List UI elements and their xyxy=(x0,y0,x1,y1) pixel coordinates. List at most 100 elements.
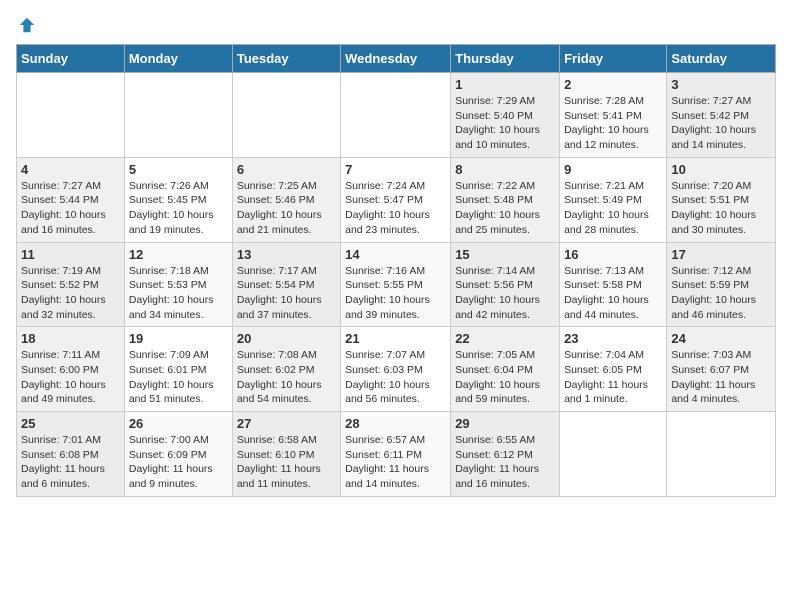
day-number: 11 xyxy=(21,247,120,262)
calendar-cell: 10 Sunrise: 7:20 AM Sunset: 5:51 PM Dayli… xyxy=(667,157,776,242)
day-detail: Sunrise: 7:17 AM Sunset: 5:54 PM Dayligh… xyxy=(237,264,336,323)
day-detail: Sunrise: 7:00 AM Sunset: 6:09 PM Dayligh… xyxy=(129,433,228,492)
calendar-cell: 21 Sunrise: 7:07 AM Sunset: 6:03 PM Dayli… xyxy=(341,327,451,412)
day-detail: Sunrise: 7:22 AM Sunset: 5:48 PM Dayligh… xyxy=(455,179,555,238)
day-detail: Sunrise: 7:05 AM Sunset: 6:04 PM Dayligh… xyxy=(455,348,555,407)
calendar-cell: 5 Sunrise: 7:26 AM Sunset: 5:45 PM Daylig… xyxy=(124,157,232,242)
day-detail: Sunrise: 7:12 AM Sunset: 5:59 PM Dayligh… xyxy=(671,264,771,323)
day-detail: Sunrise: 6:55 AM Sunset: 6:12 PM Dayligh… xyxy=(455,433,555,492)
weekday-header-saturday: Saturday xyxy=(667,45,776,73)
weekday-header-sunday: Sunday xyxy=(17,45,125,73)
day-detail: Sunrise: 7:11 AM Sunset: 6:00 PM Dayligh… xyxy=(21,348,120,407)
day-detail: Sunrise: 7:27 AM Sunset: 5:42 PM Dayligh… xyxy=(671,94,771,153)
day-number: 28 xyxy=(345,416,446,431)
day-number: 4 xyxy=(21,162,120,177)
calendar-cell: 9 Sunrise: 7:21 AM Sunset: 5:49 PM Daylig… xyxy=(560,157,667,242)
calendar-cell: 20 Sunrise: 7:08 AM Sunset: 6:02 PM Dayli… xyxy=(232,327,340,412)
day-number: 25 xyxy=(21,416,120,431)
calendar-cell: 29 Sunrise: 6:55 AM Sunset: 6:12 PM Dayli… xyxy=(451,412,560,497)
day-detail: Sunrise: 7:07 AM Sunset: 6:03 PM Dayligh… xyxy=(345,348,446,407)
calendar-cell: 14 Sunrise: 7:16 AM Sunset: 5:55 PM Dayli… xyxy=(341,242,451,327)
calendar-week-row: 1 Sunrise: 7:29 AM Sunset: 5:40 PM Daylig… xyxy=(17,73,776,158)
calendar-cell: 18 Sunrise: 7:11 AM Sunset: 6:00 PM Dayli… xyxy=(17,327,125,412)
calendar-cell: 2Sunrise: 7:28 AM Sunset: 5:41 PM Daylig… xyxy=(560,73,667,158)
day-detail: Sunrise: 7:26 AM Sunset: 5:45 PM Dayligh… xyxy=(129,179,228,238)
day-detail: Sunrise: 7:27 AM Sunset: 5:44 PM Dayligh… xyxy=(21,179,120,238)
calendar-cell: 25Sunrise: 7:01 AM Sunset: 6:08 PM Dayli… xyxy=(17,412,125,497)
day-number: 8 xyxy=(455,162,555,177)
day-detail: Sunrise: 7:18 AM Sunset: 5:53 PM Dayligh… xyxy=(129,264,228,323)
weekday-header-wednesday: Wednesday xyxy=(341,45,451,73)
calendar-cell: 1 Sunrise: 7:29 AM Sunset: 5:40 PM Daylig… xyxy=(451,73,560,158)
calendar-cell: 28 Sunrise: 6:57 AM Sunset: 6:11 PM Dayli… xyxy=(341,412,451,497)
calendar-week-row: 18 Sunrise: 7:11 AM Sunset: 6:00 PM Dayli… xyxy=(17,327,776,412)
calendar-cell: 13 Sunrise: 7:17 AM Sunset: 5:54 PM Dayli… xyxy=(232,242,340,327)
calendar-cell: 8 Sunrise: 7:22 AM Sunset: 5:48 PM Daylig… xyxy=(451,157,560,242)
calendar-cell: 26 Sunrise: 7:00 AM Sunset: 6:09 PM Dayli… xyxy=(124,412,232,497)
day-number: 21 xyxy=(345,331,446,346)
day-number: 10 xyxy=(671,162,771,177)
day-detail: Sunrise: 7:16 AM Sunset: 5:55 PM Dayligh… xyxy=(345,264,446,323)
calendar-table: SundayMondayTuesdayWednesdayThursdayFrid… xyxy=(16,44,776,497)
calendar-cell xyxy=(17,73,125,158)
day-detail: Sunrise: 6:57 AM Sunset: 6:11 PM Dayligh… xyxy=(345,433,446,492)
calendar-cell xyxy=(341,73,451,158)
calendar-week-row: 11 Sunrise: 7:19 AM Sunset: 5:52 PM Dayli… xyxy=(17,242,776,327)
weekday-header-monday: Monday xyxy=(124,45,232,73)
day-number: 9 xyxy=(564,162,662,177)
day-detail: Sunrise: 7:04 AM Sunset: 6:05 PM Dayligh… xyxy=(564,348,662,407)
calendar-cell: 19 Sunrise: 7:09 AM Sunset: 6:01 PM Dayli… xyxy=(124,327,232,412)
day-number: 17 xyxy=(671,247,771,262)
day-detail: Sunrise: 7:25 AM Sunset: 5:46 PM Dayligh… xyxy=(237,179,336,238)
day-number: 16 xyxy=(564,247,662,262)
calendar-cell: 22 Sunrise: 7:05 AM Sunset: 6:04 PM Dayli… xyxy=(451,327,560,412)
weekday-header-tuesday: Tuesday xyxy=(232,45,340,73)
day-detail: Sunrise: 7:28 AM Sunset: 5:41 PM Dayligh… xyxy=(564,94,662,153)
day-number: 22 xyxy=(455,331,555,346)
day-detail: Sunrise: 7:29 AM Sunset: 5:40 PM Dayligh… xyxy=(455,94,555,153)
calendar-cell: 12 Sunrise: 7:18 AM Sunset: 5:53 PM Dayli… xyxy=(124,242,232,327)
day-number: 20 xyxy=(237,331,336,346)
calendar-week-row: 25Sunrise: 7:01 AM Sunset: 6:08 PM Dayli… xyxy=(17,412,776,497)
calendar-cell: 4 Sunrise: 7:27 AM Sunset: 5:44 PM Daylig… xyxy=(17,157,125,242)
day-number: 18 xyxy=(21,331,120,346)
day-detail: Sunrise: 7:13 AM Sunset: 5:58 PM Dayligh… xyxy=(564,264,662,323)
calendar-cell: 16 Sunrise: 7:13 AM Sunset: 5:58 PM Dayli… xyxy=(560,242,667,327)
calendar-cell: 7Sunrise: 7:24 AM Sunset: 5:47 PM Daylig… xyxy=(341,157,451,242)
day-detail: Sunrise: 7:14 AM Sunset: 5:56 PM Dayligh… xyxy=(455,264,555,323)
calendar-cell: 15Sunrise: 7:14 AM Sunset: 5:56 PM Dayli… xyxy=(451,242,560,327)
day-number: 14 xyxy=(345,247,446,262)
day-number: 13 xyxy=(237,247,336,262)
logo-icon xyxy=(18,16,36,34)
day-number: 3 xyxy=(671,77,771,92)
day-detail: Sunrise: 7:20 AM Sunset: 5:51 PM Dayligh… xyxy=(671,179,771,238)
day-detail: Sunrise: 7:09 AM Sunset: 6:01 PM Dayligh… xyxy=(129,348,228,407)
calendar-cell: 17 Sunrise: 7:12 AM Sunset: 5:59 PM Dayli… xyxy=(667,242,776,327)
calendar-week-row: 4 Sunrise: 7:27 AM Sunset: 5:44 PM Daylig… xyxy=(17,157,776,242)
calendar-cell: 27 Sunrise: 6:58 AM Sunset: 6:10 PM Dayli… xyxy=(232,412,340,497)
weekday-header-row: SundayMondayTuesdayWednesdayThursdayFrid… xyxy=(17,45,776,73)
calendar-cell: 23 Sunrise: 7:04 AM Sunset: 6:05 PM Dayli… xyxy=(560,327,667,412)
day-detail: Sunrise: 7:08 AM Sunset: 6:02 PM Dayligh… xyxy=(237,348,336,407)
calendar-cell xyxy=(560,412,667,497)
weekday-header-thursday: Thursday xyxy=(451,45,560,73)
day-number: 5 xyxy=(129,162,228,177)
day-number: 6 xyxy=(237,162,336,177)
day-detail: Sunrise: 6:58 AM Sunset: 6:10 PM Dayligh… xyxy=(237,433,336,492)
day-detail: Sunrise: 7:19 AM Sunset: 5:52 PM Dayligh… xyxy=(21,264,120,323)
calendar-cell: 3 Sunrise: 7:27 AM Sunset: 5:42 PM Daylig… xyxy=(667,73,776,158)
day-number: 12 xyxy=(129,247,228,262)
day-number: 26 xyxy=(129,416,228,431)
day-number: 19 xyxy=(129,331,228,346)
calendar-cell: 6 Sunrise: 7:25 AM Sunset: 5:46 PM Daylig… xyxy=(232,157,340,242)
day-number: 29 xyxy=(455,416,555,431)
calendar-cell: 11 Sunrise: 7:19 AM Sunset: 5:52 PM Dayli… xyxy=(17,242,125,327)
calendar-cell xyxy=(232,73,340,158)
day-number: 23 xyxy=(564,331,662,346)
calendar-cell: 24Sunrise: 7:03 AM Sunset: 6:07 PM Dayli… xyxy=(667,327,776,412)
day-detail: Sunrise: 7:24 AM Sunset: 5:47 PM Dayligh… xyxy=(345,179,446,238)
day-detail: Sunrise: 7:21 AM Sunset: 5:49 PM Dayligh… xyxy=(564,179,662,238)
day-number: 1 xyxy=(455,77,555,92)
day-number: 27 xyxy=(237,416,336,431)
logo xyxy=(16,16,36,34)
